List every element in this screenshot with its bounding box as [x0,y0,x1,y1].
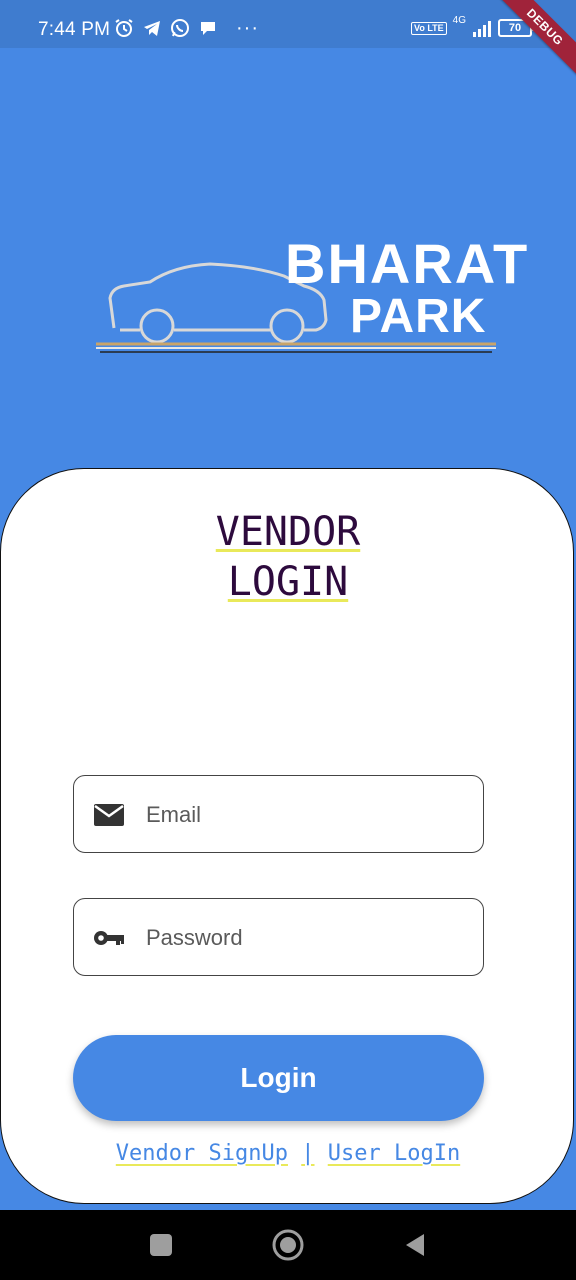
back-button[interactable] [400,1230,430,1260]
login-button[interactable]: Login [73,1035,484,1121]
signal-icon [472,18,492,38]
more-notifications-icon: ··· [236,17,259,39]
email-input[interactable] [144,776,468,854]
home-button[interactable] [271,1228,305,1262]
brand-logo: BHARAT PARK [92,236,527,358]
telegram-icon [142,18,162,38]
link-separator: | [301,1141,315,1166]
title-line1: VENDOR [215,509,361,555]
page-title: VENDOR LOGIN [1,507,575,607]
brand-name-line2: PARK [350,290,487,343]
system-icons: Vo LTE 4G 70 [410,15,535,38]
password-input[interactable] [144,899,468,977]
system-nav-bar [0,1210,576,1280]
title-line2: LOGIN [227,559,349,605]
chat-bubble-icon [198,18,218,38]
vendor-signup-link[interactable]: Vendor SignUp [116,1141,288,1166]
recent-apps-button[interactable] [146,1230,176,1260]
key-icon [92,922,126,954]
auth-links: Vendor SignUp | User LogIn [1,1141,575,1166]
password-field[interactable] [73,898,484,977]
email-field[interactable] [73,775,484,854]
notification-icons: ··· [114,18,259,38]
user-login-link[interactable]: User LogIn [328,1141,460,1166]
volte-badge: Vo LTE [410,21,447,35]
network-type: 4G [452,15,466,26]
login-card: VENDOR LOGIN Login Vendor SignUp | User … [0,468,574,1204]
alarm-icon [114,18,134,38]
whatsapp-icon [170,18,190,38]
status-time: 7:44 PM [38,19,111,40]
brand-name-line1: BHARAT [285,232,530,295]
status-bar: 7:44 PM ··· Vo LTE 4G 70 [0,0,576,48]
mail-icon [92,799,126,831]
